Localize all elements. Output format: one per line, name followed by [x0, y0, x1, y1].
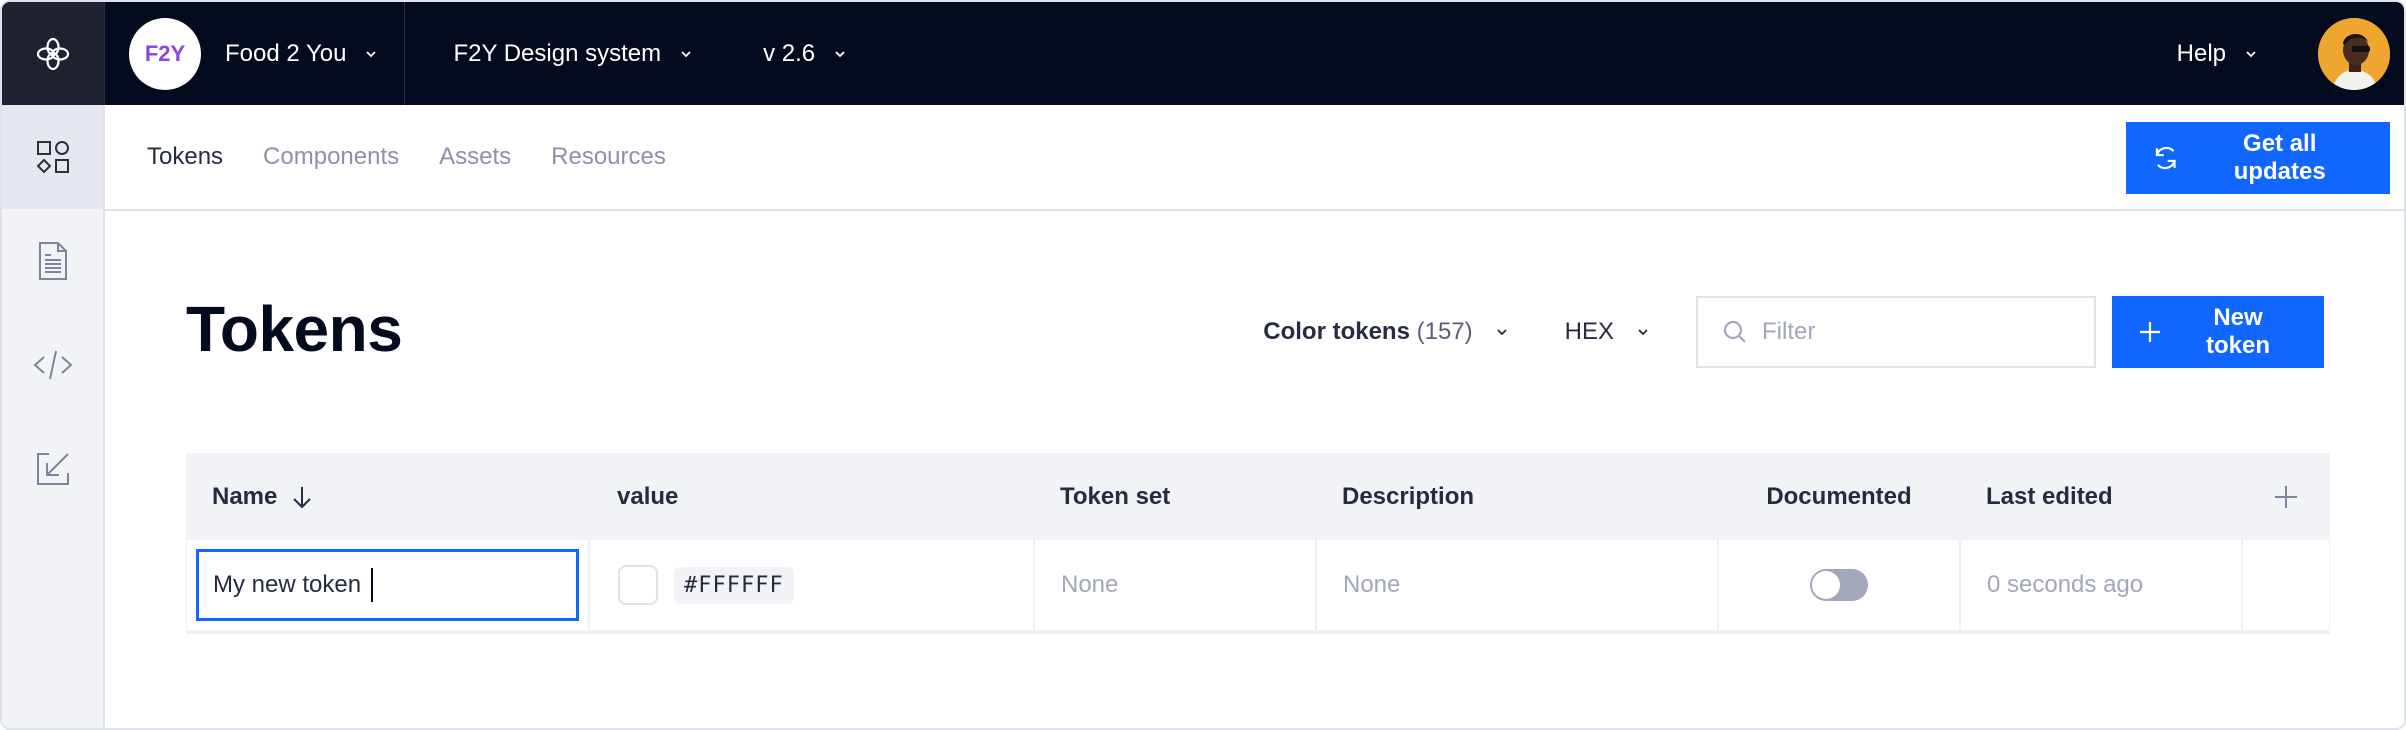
import-icon	[36, 453, 69, 485]
plus-icon	[2140, 322, 2160, 342]
tab-assets[interactable]: Assets	[439, 143, 511, 171]
last-edited-cell: 0 seconds ago	[1961, 540, 2243, 630]
token-count: (157)	[1416, 318, 1473, 345]
org-badge: F2Y	[129, 17, 201, 90]
chevron-down-icon	[681, 50, 691, 57]
page-title: Tokens	[186, 293, 403, 365]
toolbar: Color tokens (157) HEX New token	[1263, 296, 2324, 368]
sidebar-item-tokens[interactable]	[2, 105, 103, 209]
filter-field[interactable]	[1696, 296, 2096, 368]
shapes-icon	[36, 141, 69, 174]
documented-cell	[1719, 540, 1961, 630]
version-dropdown[interactable]: v 2.6	[763, 40, 847, 68]
token-name-input[interactable]: My new token	[196, 549, 579, 621]
token-set-cell[interactable]: None	[1035, 540, 1317, 630]
table-row: My new token #FFFFFF None None 0 seconds…	[186, 540, 2330, 630]
token-name-value: My new token	[213, 571, 362, 598]
refresh-icon	[2155, 146, 2176, 170]
tokens-table: Name value Token set Description Documen…	[186, 453, 2330, 634]
search-icon	[1723, 320, 1746, 343]
format-label: HEX	[1564, 318, 1614, 345]
tab-components[interactable]: Components	[263, 143, 399, 171]
help-label: Help	[2176, 39, 2226, 67]
get-all-updates-button[interactable]: Get all updates	[2126, 122, 2390, 194]
document-icon	[38, 242, 67, 280]
hex-value: #FFFFFF	[674, 566, 794, 604]
sidebar	[2, 105, 105, 728]
text-caret	[371, 568, 374, 602]
chevron-down-icon	[835, 50, 845, 57]
documented-toggle[interactable]	[1810, 569, 1868, 601]
name-cell: My new token	[187, 540, 590, 630]
app-window: F2Y Food 2 You F2Y Design system v 2.6 H…	[0, 0, 2406, 730]
new-token-button[interactable]: New token	[2112, 296, 2324, 368]
plus-icon	[2275, 485, 2297, 508]
version-label: v 2.6	[763, 39, 816, 67]
table-header: Name value Token set Description Documen…	[186, 453, 2330, 540]
help-dropdown[interactable]: Help	[2177, 40, 2258, 68]
row-actions-cell	[2243, 540, 2329, 630]
token-type-dropdown[interactable]: Color tokens (157)	[1263, 318, 1508, 346]
sidebar-item-code[interactable]	[2, 313, 103, 417]
chevron-down-icon	[366, 50, 377, 57]
column-header-value[interactable]: value	[589, 483, 1034, 511]
color-swatch[interactable]	[618, 565, 658, 605]
description-cell[interactable]: None	[1317, 540, 1719, 630]
column-header-last-edited[interactable]: Last edited	[1960, 483, 2242, 511]
sidebar-item-documents[interactable]	[2, 209, 103, 313]
filter-input[interactable]	[1762, 318, 2082, 346]
org-name: Food 2 You	[225, 39, 347, 67]
project-name: F2Y Design system	[453, 39, 662, 67]
project-dropdown[interactable]: F2Y Design system	[453, 40, 693, 68]
sidebar-item-import[interactable]	[2, 417, 103, 521]
chevron-down-icon	[1638, 329, 1648, 336]
token-type-label: Color tokens	[1263, 318, 1410, 345]
flower-logo-icon	[36, 37, 70, 70]
sub-navigation: Tokens Components Assets Resources Get a…	[105, 105, 2404, 211]
tab-resources[interactable]: Resources	[551, 143, 666, 171]
top-right-group: Help	[2177, 17, 2404, 90]
user-avatar[interactable]	[2318, 17, 2390, 90]
org-switcher[interactable]: F2Y Food 2 You	[105, 2, 406, 105]
avatar-image-icon	[2318, 17, 2390, 90]
new-token-label: New token	[2205, 304, 2270, 359]
org-dropdown[interactable]: Food 2 You	[225, 40, 378, 68]
tab-tokens[interactable]: Tokens	[147, 143, 223, 171]
chevron-down-icon	[1497, 329, 1507, 336]
column-header-description[interactable]: Description	[1316, 483, 1718, 511]
value-cell[interactable]: #FFFFFF	[590, 540, 1035, 630]
add-column-button[interactable]	[2242, 484, 2330, 510]
column-header-name[interactable]: Name	[186, 483, 589, 511]
get-all-updates-label: Get all updates	[2233, 130, 2326, 185]
sort-arrow-down-icon	[293, 486, 312, 508]
chevron-down-icon	[2246, 50, 2256, 57]
app-logo[interactable]	[2, 2, 105, 105]
toggle-knob	[1812, 571, 1840, 599]
column-header-documented[interactable]: Documented	[1718, 483, 1960, 511]
top-bar: F2Y Food 2 You F2Y Design system v 2.6 H…	[2, 2, 2404, 105]
code-icon	[32, 350, 73, 380]
format-dropdown[interactable]: HEX	[1565, 318, 1650, 346]
column-header-token-set[interactable]: Token set	[1034, 483, 1316, 511]
